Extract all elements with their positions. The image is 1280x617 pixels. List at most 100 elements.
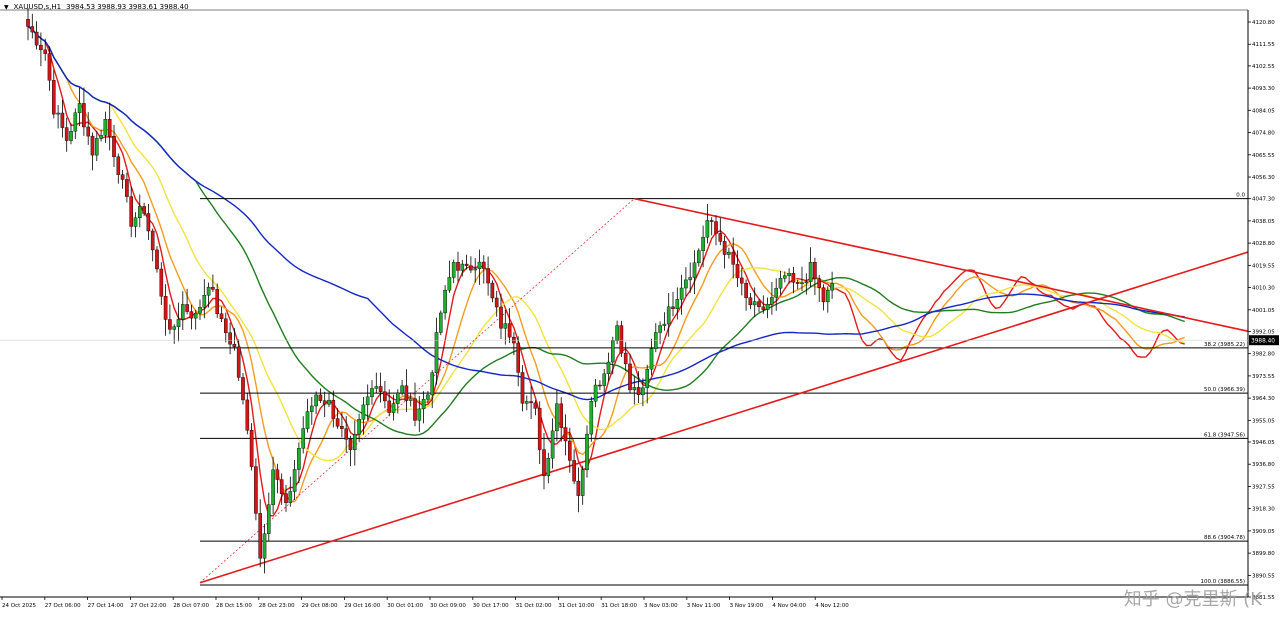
candle-body [774, 287, 778, 298]
fib-level-label: 88.6 (3904.78) [1204, 535, 1245, 541]
candle-body [430, 372, 435, 396]
time-tick-label: 31 Oct 10:00 [558, 603, 594, 609]
candle-body [155, 249, 159, 270]
time-tick-label: 4 Nov 04:00 [772, 603, 806, 609]
candle-body [559, 403, 563, 428]
ohlc-readout: 3984.53 3988.93 3983.61 3988.40 [66, 3, 189, 11]
price-tick-label: 3964.30 [1252, 396, 1275, 402]
candle-body [26, 19, 30, 27]
candle-body [808, 262, 813, 282]
candle-body [150, 230, 155, 251]
candle-body [464, 263, 469, 266]
time-tick-label: 29 Oct 16:00 [344, 603, 380, 609]
price-tick-label: 3899.80 [1252, 551, 1275, 557]
candle-body [94, 138, 99, 156]
candle-body [39, 44, 43, 51]
price-tick-label: 4028.80 [1252, 241, 1275, 247]
price-tick-label: 3982.80 [1252, 352, 1275, 358]
candle-body [787, 273, 791, 276]
time-tick-label: 3 Nov 11:00 [687, 603, 721, 609]
candle-body [735, 264, 740, 279]
price-tick-label: 3890.55 [1252, 573, 1275, 579]
candle-body [714, 221, 718, 234]
candle-body [537, 408, 542, 450]
candle-body [778, 278, 783, 289]
candle-body [288, 491, 293, 504]
candle-body [494, 297, 499, 308]
candle-body [679, 287, 684, 300]
candle-body [211, 286, 215, 290]
candle-body [576, 480, 581, 496]
price-tick-label: 4065.55 [1252, 153, 1275, 159]
time-tick-label: 3 Nov 03:00 [644, 603, 678, 609]
fib-level-label: 61.8 (3947.56) [1204, 432, 1245, 438]
candle-body [241, 377, 245, 401]
candle-body [43, 49, 47, 54]
candle-body [245, 399, 250, 431]
candle-body [503, 323, 508, 329]
candle-body [202, 295, 207, 308]
chart-svg[interactable]: 0.0 38.2 (3985.22) 50.0 (3966.39) 61.8 (394… [0, 0, 1280, 613]
candle-body [30, 26, 35, 33]
candle-body [439, 312, 443, 333]
candle-body [142, 206, 146, 214]
price-tick-label: 4074.80 [1252, 131, 1275, 137]
candle-body [305, 411, 310, 429]
candle-body [56, 112, 60, 115]
candle-body [318, 394, 323, 401]
candle-body [112, 136, 116, 157]
time-tick-label: 31 Oct 18:00 [601, 603, 637, 609]
candle-body [185, 304, 189, 312]
candle-body [60, 112, 65, 128]
candle-body [365, 396, 370, 406]
candle-body [473, 268, 478, 271]
candle-body [688, 277, 692, 281]
candle-body [90, 135, 95, 156]
candle-body [99, 135, 103, 139]
candle-body [284, 493, 288, 504]
candle-body [568, 440, 572, 461]
candle-body [310, 405, 314, 412]
candle-body [426, 394, 430, 400]
candle-body [232, 343, 237, 348]
candle-body [176, 319, 181, 327]
candle-body [193, 313, 198, 319]
symbol-label: XAUUSD,s,H1 [13, 3, 62, 11]
candle-body [619, 325, 624, 354]
candle-body [223, 318, 228, 333]
candle-body [314, 394, 318, 407]
candle-body [675, 299, 680, 309]
price-tick-label: 3992.05 [1252, 329, 1275, 335]
candle-body [335, 418, 340, 427]
candle-body [740, 277, 744, 284]
candle-body [396, 392, 400, 404]
candle-body [731, 251, 735, 265]
candle-body [628, 363, 632, 391]
candle-body [525, 401, 529, 404]
candle-body [219, 313, 224, 320]
price-tick-label: 4102.55 [1252, 64, 1275, 70]
candle-body [520, 372, 525, 404]
candle-body [456, 262, 460, 271]
price-tick-label: 4010.30 [1252, 286, 1275, 292]
time-tick-label: 27 Oct 22:00 [130, 603, 166, 609]
candle-body [641, 387, 645, 395]
candle-body [580, 469, 585, 496]
price-tick-label: 4120.80 [1252, 20, 1275, 26]
candle-body [86, 126, 90, 137]
candle-body [701, 236, 705, 251]
dropdown-triangle-icon[interactable]: ▼ [4, 4, 9, 11]
price-tick-label: 3909.05 [1252, 529, 1275, 535]
candle-body [378, 386, 383, 392]
candle-body [361, 404, 366, 420]
price-chart[interactable]: 0.0 38.2 (3985.22) 50.0 (3966.39) 61.8 (394… [0, 0, 1280, 613]
candle-body [727, 251, 731, 255]
candle-body [64, 127, 69, 141]
candle-body [709, 220, 714, 222]
time-tick-label: 30 Oct 09:00 [430, 603, 466, 609]
candle-body [206, 286, 211, 296]
candle-body [198, 307, 202, 314]
candle-body [103, 118, 108, 136]
candle-body [658, 325, 662, 333]
candle-body [649, 348, 654, 370]
